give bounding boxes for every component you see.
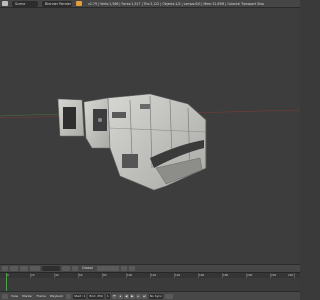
ruler-label: 240: [288, 273, 294, 277]
ruler-label: 220: [271, 273, 277, 277]
add-menu-button[interactable]: [20, 266, 28, 271]
scene-selector[interactable]: Scene: [12, 0, 38, 7]
marker-menu[interactable]: Marker: [21, 294, 33, 299]
ruler-label: 80: [103, 273, 107, 277]
start-frame-field[interactable]: Start: 1: [73, 293, 87, 299]
render-engine-selector[interactable]: Blender Render: [42, 0, 72, 7]
prev-keyframe-icon[interactable]: ◂: [117, 293, 123, 299]
blender-logo-icon: [76, 1, 82, 6]
pivot-selector[interactable]: [72, 266, 78, 271]
next-keyframe-icon[interactable]: ▸: [135, 293, 141, 299]
keying-set-button[interactable]: [165, 293, 174, 299]
ship-main-hull: [107, 93, 207, 191]
timeline-playhead[interactable]: [6, 273, 7, 292]
ship-rear-window: [63, 107, 76, 129]
ruler-label: 120: [151, 273, 157, 277]
proportional-edit-toggle[interactable]: [128, 266, 135, 271]
timeline-editor-type-icon[interactable]: [2, 293, 8, 299]
layer-buttons[interactable]: [96, 266, 119, 271]
select-menu-button[interactable]: [10, 266, 18, 271]
viewport-canvas: [0, 93, 300, 191]
timeline-editor[interactable]: 0 20 40 60 80 100 120 140 160 180 200 22…: [0, 272, 300, 292]
ruler-label: 40: [55, 273, 59, 277]
timeline-ruler[interactable]: 0 20 40 60 80 100 120 140 160 180 200 22…: [0, 273, 300, 278]
ship-model: [57, 93, 207, 191]
snap-toggle[interactable]: [120, 266, 127, 271]
jump-start-icon[interactable]: ⏮: [111, 293, 117, 299]
blender-window: Scene Blender Render v2.79 | Verts:1,566…: [0, 0, 300, 300]
view-menu-button[interactable]: [2, 266, 8, 271]
transform-orientation-label[interactable]: Global: [80, 266, 95, 271]
ruler-label: 180: [223, 273, 229, 277]
play-icon[interactable]: ▶: [129, 293, 135, 299]
editor-type-icon[interactable]: [2, 1, 8, 6]
info-header: Scene Blender Render v2.79 | Verts:1,566…: [0, 0, 300, 8]
ruler-label: 200: [247, 273, 253, 277]
scene-stats: v2.79 | Verts:1,566 | Faces:1,517 | Tris…: [88, 1, 265, 6]
hull-lower-grille: [122, 154, 138, 168]
ruler-tick: [294, 273, 295, 278]
shading-selector[interactable]: [62, 266, 70, 271]
view-menu[interactable]: View: [10, 294, 19, 299]
ruler-label: 160: [199, 273, 205, 277]
ruler-label: 20: [31, 273, 35, 277]
current-frame-field[interactable]: 1: [105, 293, 110, 299]
ruler-label: 60: [79, 273, 83, 277]
mode-selector[interactable]: [42, 266, 60, 271]
jump-end-icon[interactable]: ⏭: [141, 293, 147, 299]
ship-mid-light: [98, 118, 102, 122]
object-menu-button[interactable]: [30, 266, 40, 271]
hull-top-slot: [140, 104, 150, 109]
view3d-header: Global: [0, 264, 300, 272]
play-reverse-icon[interactable]: ◀: [123, 293, 129, 299]
playback-controls: ⏮ ◂ ◀ ▶ ▸ ⏭: [111, 293, 147, 299]
ruler-label: 140: [175, 273, 181, 277]
frame-menu[interactable]: Frame: [36, 294, 47, 299]
sync-selector[interactable]: No Sync: [148, 293, 164, 299]
playback-menu[interactable]: Playback: [49, 294, 64, 299]
record-button[interactable]: [66, 293, 72, 299]
3d-viewport[interactable]: [0, 8, 300, 264]
ruler-label: 0: [7, 273, 9, 277]
hull-side-slot: [112, 112, 126, 118]
timeline-header: View Marker Frame Playback Start: 1 End:…: [0, 291, 300, 300]
ruler-label: 100: [127, 273, 133, 277]
end-frame-field[interactable]: End: 250: [88, 293, 104, 299]
